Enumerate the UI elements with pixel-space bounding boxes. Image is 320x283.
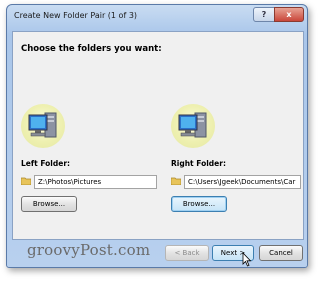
right-folder-icon [171,177,181,185]
left-computer-icon [21,104,65,148]
right-folder-label: Right Folder: [171,159,226,168]
help-button[interactable]: ? [253,7,275,22]
left-folder-path-input[interactable]: Z:\Photos\Pictures [34,175,157,189]
left-browse-button[interactable]: Browse... [21,196,77,212]
window-title: Create New Folder Pair (1 of 3) [14,11,138,20]
page-heading: Choose the folders you want: [21,44,162,54]
back-button[interactable]: < Back [165,245,209,261]
right-computer-icon [171,104,215,148]
mouse-cursor-icon [242,252,252,269]
content-panel: Choose the folders you want: Left Folder… [12,31,304,240]
watermark-text: groovyPost.com [27,241,151,259]
right-browse-button[interactable]: Browse... [171,196,227,212]
right-folder-path-input[interactable]: C:\Users\Jgeek\Documents\Car [184,175,301,189]
cancel-button[interactable]: Cancel [259,245,303,261]
title-bar[interactable]: Create New Folder Pair (1 of 3) ? x [7,5,307,27]
dialog-window: Create New Folder Pair (1 of 3) ? x Choo… [6,4,308,268]
left-folder-icon [21,177,31,185]
left-folder-label: Left Folder: [21,159,71,168]
close-button[interactable]: x [274,7,304,22]
